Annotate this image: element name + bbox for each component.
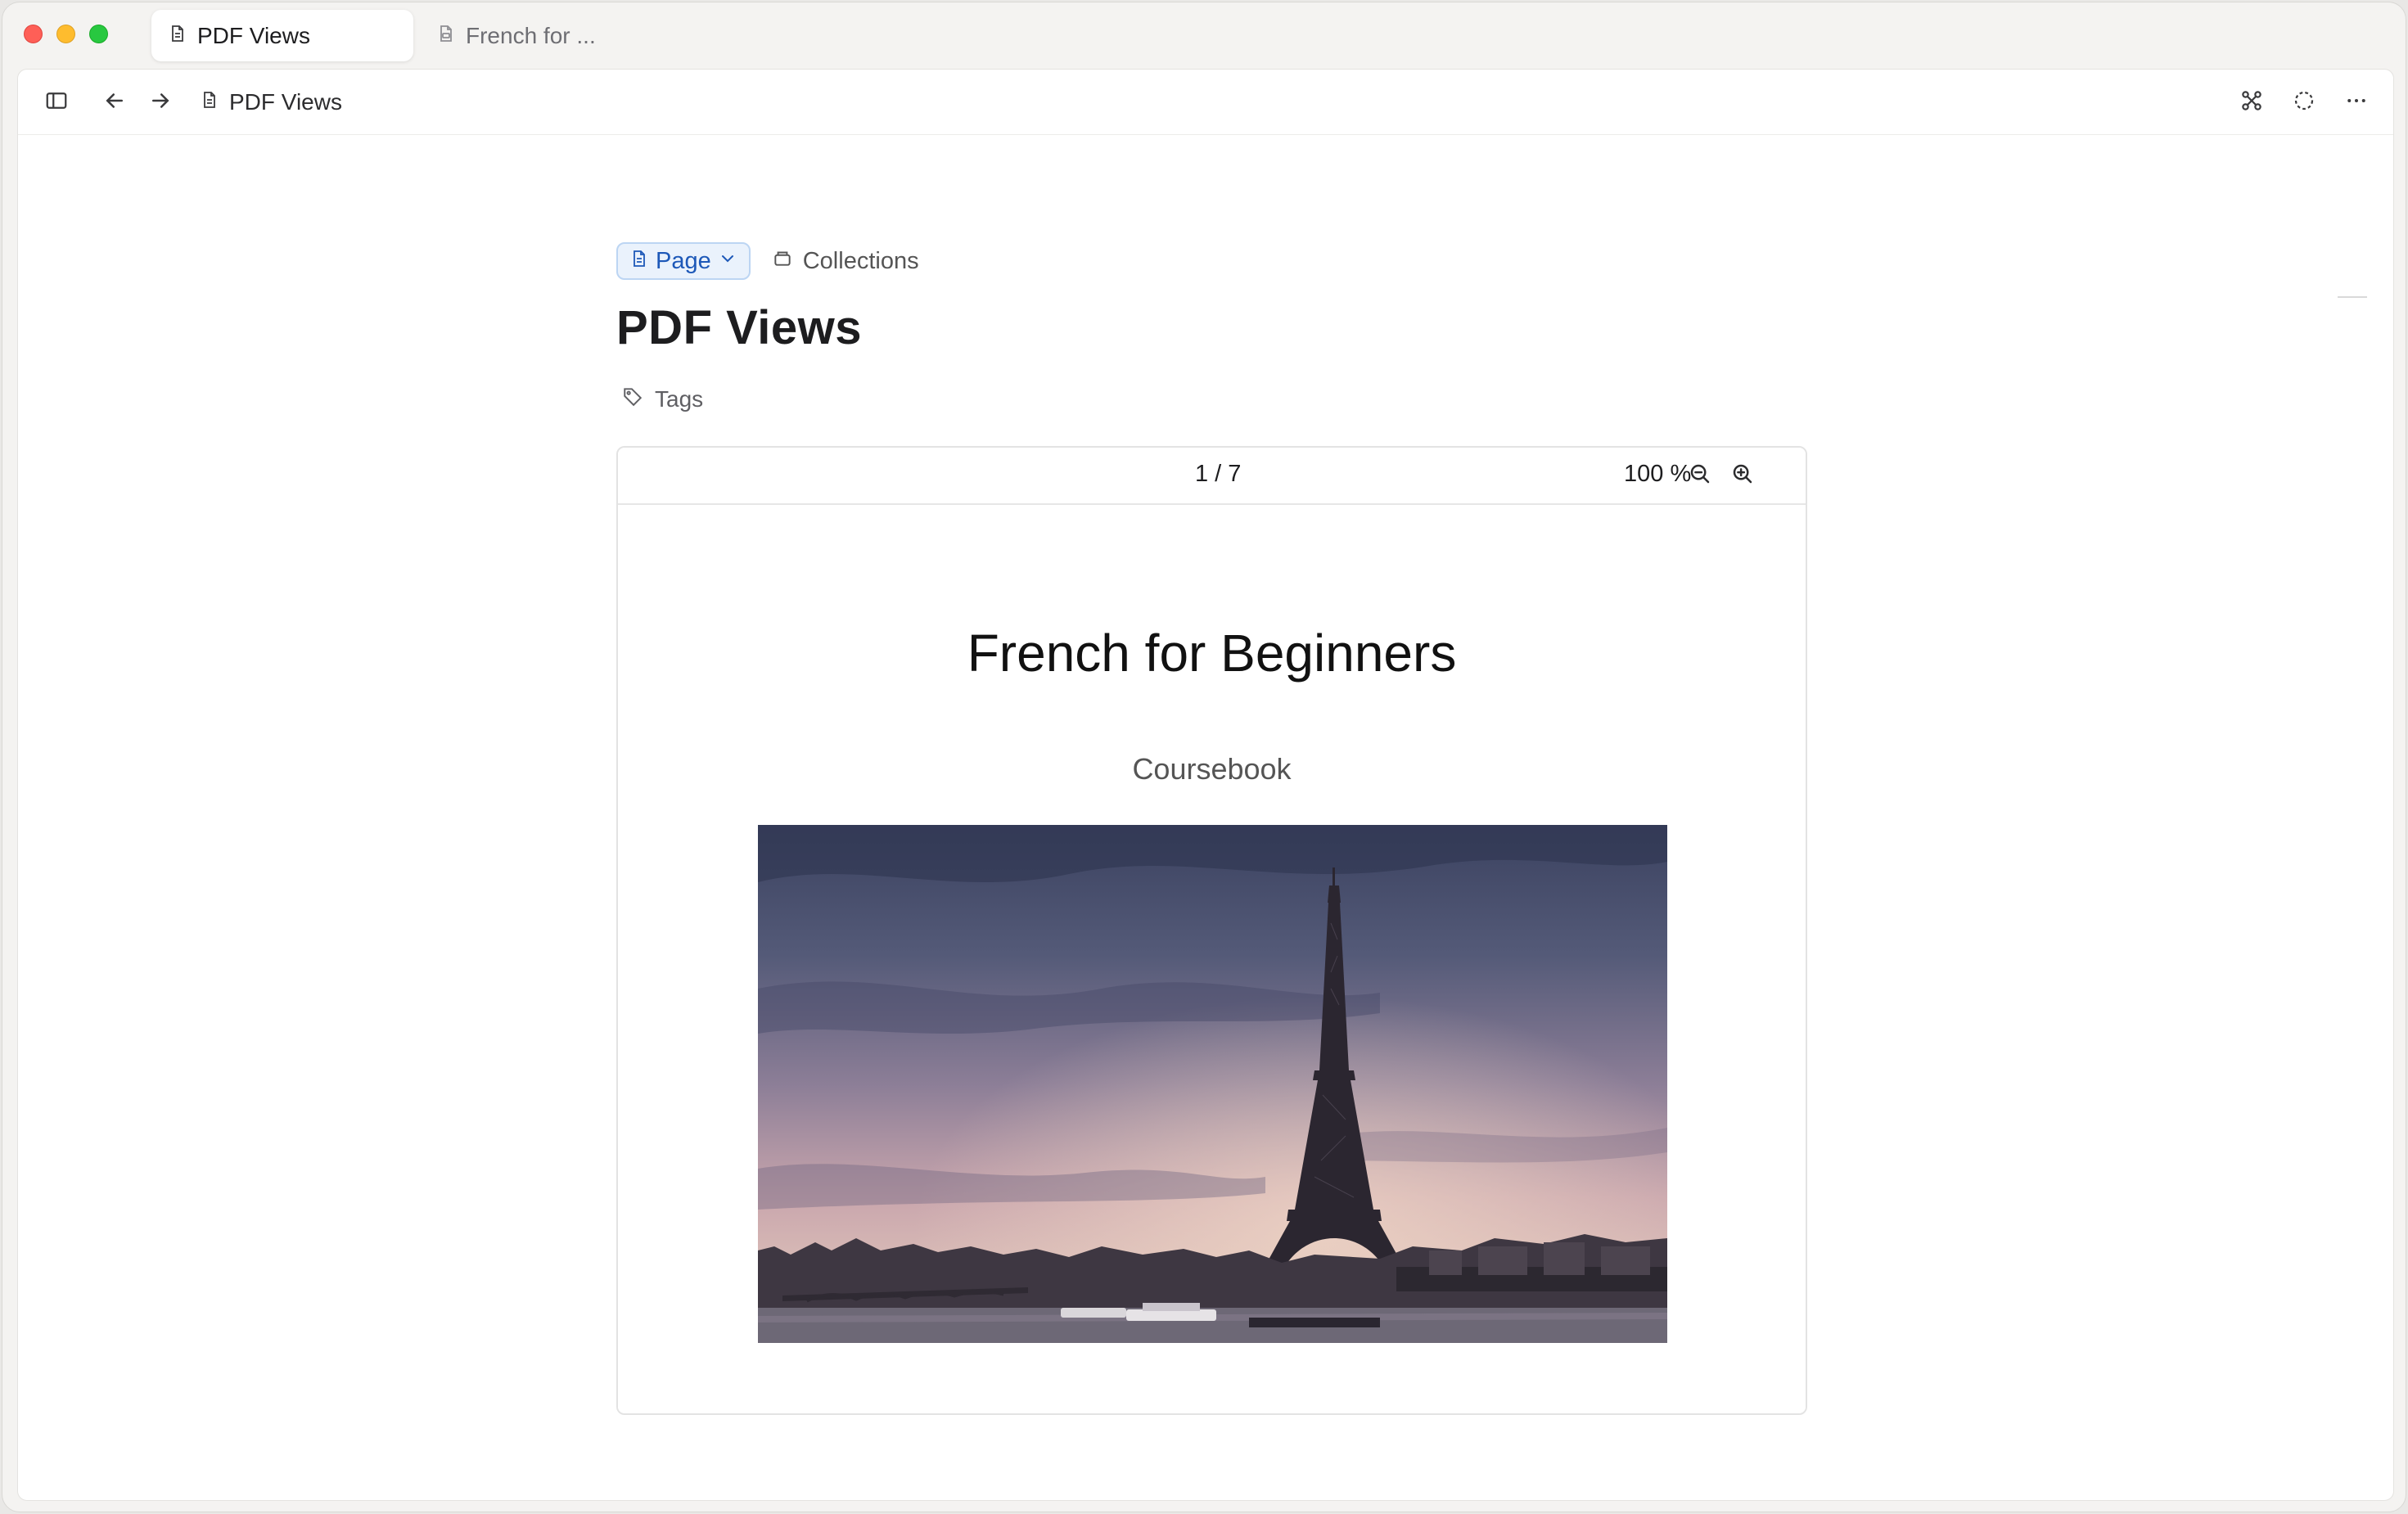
close-window-button[interactable] [24,25,43,43]
zoom-level: 100 % [1624,461,1692,487]
zoom-window-button[interactable] [89,25,108,43]
collections-button[interactable]: Collections [772,247,919,275]
forward-arrow-icon [148,88,173,117]
breadcrumb-label: PDF Views [229,89,342,115]
document-subtitle: Coursebook [1132,752,1292,786]
zoom-out-icon [1688,462,1712,490]
outline-indicator [2338,296,2367,298]
sidebar-toggle-button[interactable] [40,86,73,119]
pdf-file-icon [436,23,456,49]
more-icon [2344,88,2369,117]
tags-label: Tags [655,385,704,412]
more-options-button[interactable] [2340,86,2373,119]
sync-icon [2292,88,2316,117]
pdf-viewer: 1 / 7 100 % French for Beginners Courseb… [616,446,1807,1415]
tab-label: PDF Views [197,22,310,48]
pdf-page[interactable]: French for Beginners Coursebook [618,507,1806,1413]
page-icon [200,89,219,115]
tags-button[interactable]: Tags [622,385,703,412]
collections-icon [772,247,793,275]
pdf-toolbar: 1 / 7 100 % [618,448,1806,505]
page-title[interactable]: PDF Views [616,300,862,355]
page-icon [168,23,187,49]
tab-french-for[interactable]: French for ... [420,10,633,61]
back-arrow-icon [102,88,127,117]
back-button[interactable] [98,86,131,119]
breadcrumb[interactable]: PDF Views [200,86,342,119]
graph-view-button[interactable] [2235,86,2268,119]
tag-icon [622,385,643,412]
chevron-down-icon [718,248,737,275]
cover-photo [758,825,1667,1343]
document-title: French for Beginners [967,624,1457,683]
zoom-in-button[interactable] [1727,460,1758,491]
zoom-in-icon [1730,462,1755,490]
page-icon [629,248,649,275]
main-pane: PDF Views Page Collections PDF Views Tag… [17,69,2394,1501]
page-type-dropdown[interactable]: Page [616,242,751,280]
title-bar: PDF Views French for ... [2,2,2406,69]
sidebar-toggle-icon [44,88,69,117]
collections-label: Collections [802,247,919,274]
sync-button[interactable] [2288,86,2320,119]
app-window: PDF Views French for ... PDF Views Page … [2,2,2406,1512]
graph-icon [2239,88,2264,117]
page-meta-row: Page Collections [616,242,919,280]
tab-label: French for ... [466,22,596,48]
zoom-out-button[interactable] [1684,460,1716,491]
forward-button[interactable] [144,86,177,119]
toolbar: PDF Views [18,70,2393,135]
tab-pdf-views[interactable]: PDF Views [151,10,413,61]
page-type-label: Page [656,247,711,274]
page-indicator: 1 / 7 [1195,461,1242,487]
minimize-window-button[interactable] [56,25,75,43]
